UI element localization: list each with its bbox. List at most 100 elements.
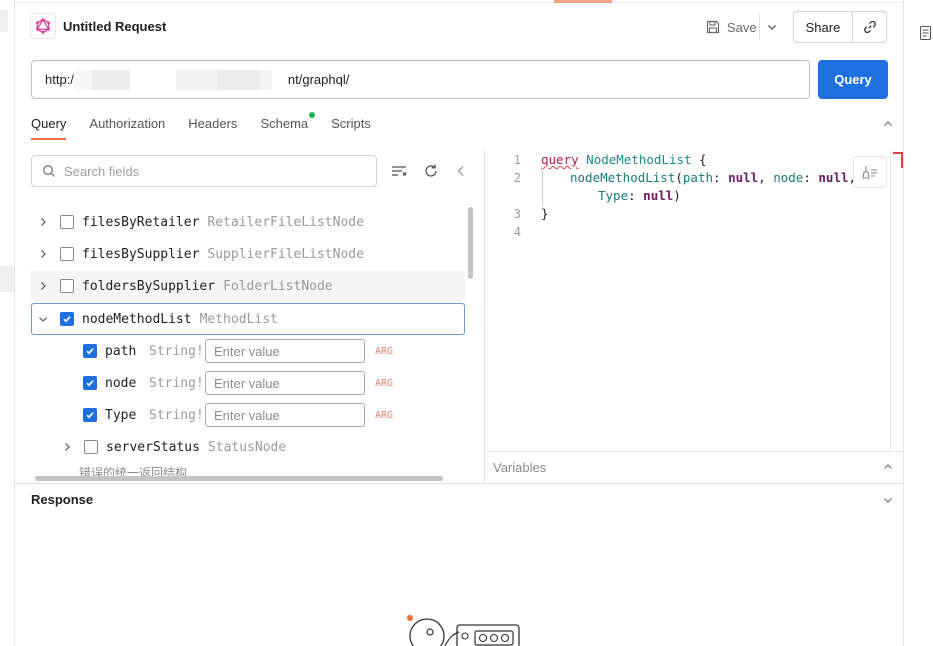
url-redaction	[271, 69, 288, 90]
line-number: 2	[513, 171, 521, 185]
refresh-icon[interactable]	[422, 162, 440, 180]
url-redaction	[259, 69, 272, 90]
share-button[interactable]: Share	[794, 12, 853, 42]
argument-tag: ARG	[375, 377, 394, 389]
check-icon	[86, 412, 94, 419]
field-type: MethodList	[199, 311, 278, 327]
prettify-button[interactable]	[853, 156, 887, 188]
argument-checkbox[interactable]	[83, 344, 97, 358]
schema-horizontal-scrollbar[interactable]	[35, 476, 443, 481]
search-icon	[43, 165, 55, 177]
chevron-right-icon[interactable]	[37, 248, 49, 260]
field-checkbox[interactable]	[60, 279, 74, 293]
query-keyword: query	[541, 152, 579, 167]
code-line: }	[541, 206, 549, 221]
chevron-up-icon[interactable]	[881, 460, 895, 474]
copy-link-button[interactable]	[853, 12, 886, 42]
field-type: RetailerFileListNode	[207, 214, 364, 230]
variables-label: Variables	[493, 460, 547, 475]
response-title: Response	[31, 492, 94, 507]
field-type: SupplierFileListNode	[207, 246, 364, 262]
check-icon	[86, 348, 94, 355]
argument-value-input[interactable]	[205, 339, 365, 363]
argument-name: node	[105, 375, 137, 391]
query-arg: node	[773, 170, 804, 185]
argument-row[interactable]: Type String! ARG	[31, 400, 465, 430]
schema-field-row[interactable]: filesBySupplier SupplierFileListNode	[31, 239, 465, 269]
field-type: FolderListNode	[223, 278, 333, 294]
argument-tag: ARG	[375, 409, 394, 421]
argument-checkbox[interactable]	[83, 408, 97, 422]
argument-type: String!	[149, 343, 204, 359]
url-prefix: http:/	[45, 72, 74, 87]
tab-authorization[interactable]: Authorization	[89, 112, 165, 138]
schema-vertical-scrollbar[interactable]	[468, 207, 473, 279]
save-button[interactable]: Save	[701, 14, 761, 40]
line-number: 3	[513, 207, 521, 221]
schema-field-row[interactable]: foldersBySupplier FolderListNode	[31, 271, 465, 301]
share-group: Share	[793, 11, 887, 43]
tab-query[interactable]: Query	[31, 112, 67, 140]
field-type: StatusNode	[207, 439, 287, 455]
url-redaction	[129, 69, 176, 90]
query-button[interactable]: Query	[818, 60, 888, 99]
save-label: Save	[727, 19, 757, 35]
argument-name: Type	[105, 407, 137, 423]
argument-value-input[interactable]	[205, 371, 365, 395]
tab-schema[interactable]: Schema	[260, 112, 316, 138]
save-icon	[706, 20, 720, 34]
chevron-down-icon[interactable]	[37, 313, 49, 325]
argument-row[interactable]: node String! ARG	[31, 368, 465, 398]
variables-bar[interactable]: Variables	[485, 451, 903, 483]
chevron-down-icon[interactable]	[881, 493, 895, 507]
tab-headers[interactable]: Headers	[188, 112, 237, 138]
chevron-right-icon[interactable]	[61, 441, 73, 453]
query-editor[interactable]: 1 2 3 4 query NodeMethodList { nodeMetho…	[485, 150, 891, 450]
request-title[interactable]: Untitled Request	[63, 19, 166, 34]
field-name: serverStatus	[106, 439, 200, 455]
field-checkbox[interactable]	[60, 312, 74, 326]
argument-value-input[interactable]	[205, 403, 365, 427]
check-icon	[86, 380, 94, 387]
editor-edge	[890, 150, 891, 450]
argument-tag: ARG	[375, 345, 394, 357]
schema-tree: filesByRetailer RetailerFileListNode fil…	[31, 206, 465, 476]
schema-subfield-row[interactable]: serverStatus StatusNode	[31, 432, 465, 462]
chevron-right-icon[interactable]	[37, 216, 49, 228]
chevron-right-icon[interactable]	[37, 280, 49, 292]
field-name: foldersBySupplier	[82, 278, 216, 294]
search-fields-input[interactable]	[64, 163, 354, 179]
schema-field-row[interactable]: filesByRetailer RetailerFileListNode	[31, 207, 465, 237]
schema-field-row[interactable]: nodeMethodList MethodList	[31, 303, 465, 335]
field-checkbox[interactable]	[60, 215, 74, 229]
argument-type: String!	[149, 407, 204, 423]
line-number: 4	[513, 225, 521, 239]
field-checkbox[interactable]	[84, 440, 98, 454]
documentation-icon[interactable]	[920, 26, 931, 40]
url-suffix: nt/graphql/	[287, 72, 350, 87]
code-line: nodeMethodList(path: null, node: null,	[570, 170, 856, 185]
collapse-panel-icon[interactable]	[452, 162, 470, 180]
null-value: null	[728, 170, 759, 185]
filter-icon[interactable]	[390, 162, 408, 180]
tab-scripts[interactable]: Scripts	[331, 112, 371, 138]
field-name: filesBySupplier	[82, 246, 200, 262]
left-sidebar-edge	[0, 0, 15, 646]
field-name: filesByRetailer	[82, 214, 200, 230]
argument-name: path	[105, 343, 137, 359]
null-value: null	[818, 170, 849, 185]
request-tabs: Query Authorization Headers Schema Scrip…	[31, 112, 394, 140]
schema-search	[31, 155, 377, 187]
argument-row[interactable]: path String! ARG	[31, 336, 465, 366]
response-divider[interactable]	[15, 483, 903, 484]
null-value: null	[643, 188, 674, 203]
chevron-up-icon[interactable]	[881, 117, 895, 131]
argument-type: String!	[149, 375, 204, 391]
field-checkbox[interactable]	[60, 247, 74, 261]
argument-checkbox[interactable]	[83, 376, 97, 390]
line-number: 1	[513, 153, 521, 167]
prettify-icon	[862, 166, 877, 179]
url-input[interactable]: http:/ nt/graphql/	[31, 60, 810, 99]
field-description: 错误的统一返回结构	[79, 466, 188, 476]
save-options-button[interactable]	[759, 14, 783, 40]
